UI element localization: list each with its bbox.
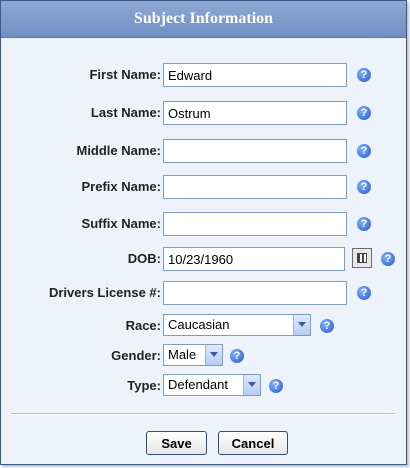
prefix-name-label: Prefix Name: [81,179,161,194]
drivers-license-field[interactable] [163,281,347,305]
help-icon[interactable]: ? [357,180,371,194]
suffix-name-row: Suffix Name: ? [1,212,408,238]
last-name-label: Last Name: [90,105,161,120]
prefix-name-field[interactable] [163,175,347,199]
suffix-name-label: Suffix Name: [81,216,161,231]
type-row: Type: Defendant ? [1,374,408,400]
suffix-name-field[interactable] [163,212,347,236]
dob-label: DOB: [127,251,161,266]
help-icon[interactable]: ? [230,349,244,363]
calendar-icon[interactable] [352,248,372,268]
cancel-button[interactable]: Cancel [218,431,288,455]
divider [11,413,395,415]
save-button[interactable]: Save [146,431,207,455]
help-icon[interactable]: ? [320,319,334,333]
gender-selected-value: Male [168,347,197,362]
last-name-field[interactable] [163,101,347,125]
help-icon[interactable]: ? [357,286,371,300]
dialog-title: Subject Information [1,1,406,38]
help-icon[interactable]: ? [357,144,371,158]
chevron-down-icon[interactable] [205,345,222,365]
type-label: Type: [127,378,161,393]
type-select[interactable]: Defendant [163,374,261,396]
prefix-name-row: Prefix Name: ? [1,175,408,201]
middle-name-row: Middle Name: ? [1,139,408,165]
first-name-field[interactable] [163,63,347,87]
help-icon[interactable]: ? [357,217,371,231]
race-label: Race: [125,318,161,333]
subject-information-dialog: Subject Information First Name: ? Last N… [0,0,407,465]
chevron-down-icon[interactable] [243,375,260,395]
race-select[interactable]: Caucasian [163,314,311,336]
drivers-license-row: Drivers License #: ? [1,281,408,307]
first-name-row: First Name: ? [1,63,408,89]
drivers-license-label: Drivers License #: [48,285,161,300]
type-selected-value: Defendant [168,377,228,392]
race-selected-value: Caucasian [168,317,230,332]
chevron-down-icon[interactable] [293,315,310,335]
dob-row: DOB: ? [1,247,408,273]
gender-row: Gender: Male ? [1,344,408,370]
middle-name-label: Middle Name: [76,143,161,158]
middle-name-field[interactable] [163,139,347,163]
help-icon[interactable]: ? [381,252,395,266]
gender-label: Gender: [111,348,161,363]
first-name-label: First Name: [89,67,161,82]
help-icon[interactable]: ? [357,106,371,120]
help-icon[interactable]: ? [357,68,371,82]
last-name-row: Last Name: ? [1,101,408,127]
help-icon[interactable]: ? [269,379,283,393]
gender-select[interactable]: Male [163,344,223,366]
dob-field[interactable] [163,247,345,271]
race-row: Race: Caucasian ? [1,314,408,340]
